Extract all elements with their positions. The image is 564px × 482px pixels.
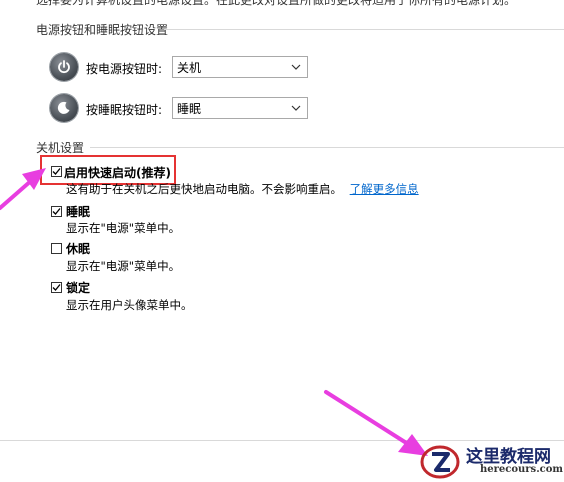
bottom-annotation-arrow-icon [324,390,428,456]
watermark-logo-icon [420,445,460,479]
annotation-arrows [0,168,428,456]
left-annotation-arrow-icon [0,168,46,210]
watermark-url: herecours.com [480,464,564,475]
